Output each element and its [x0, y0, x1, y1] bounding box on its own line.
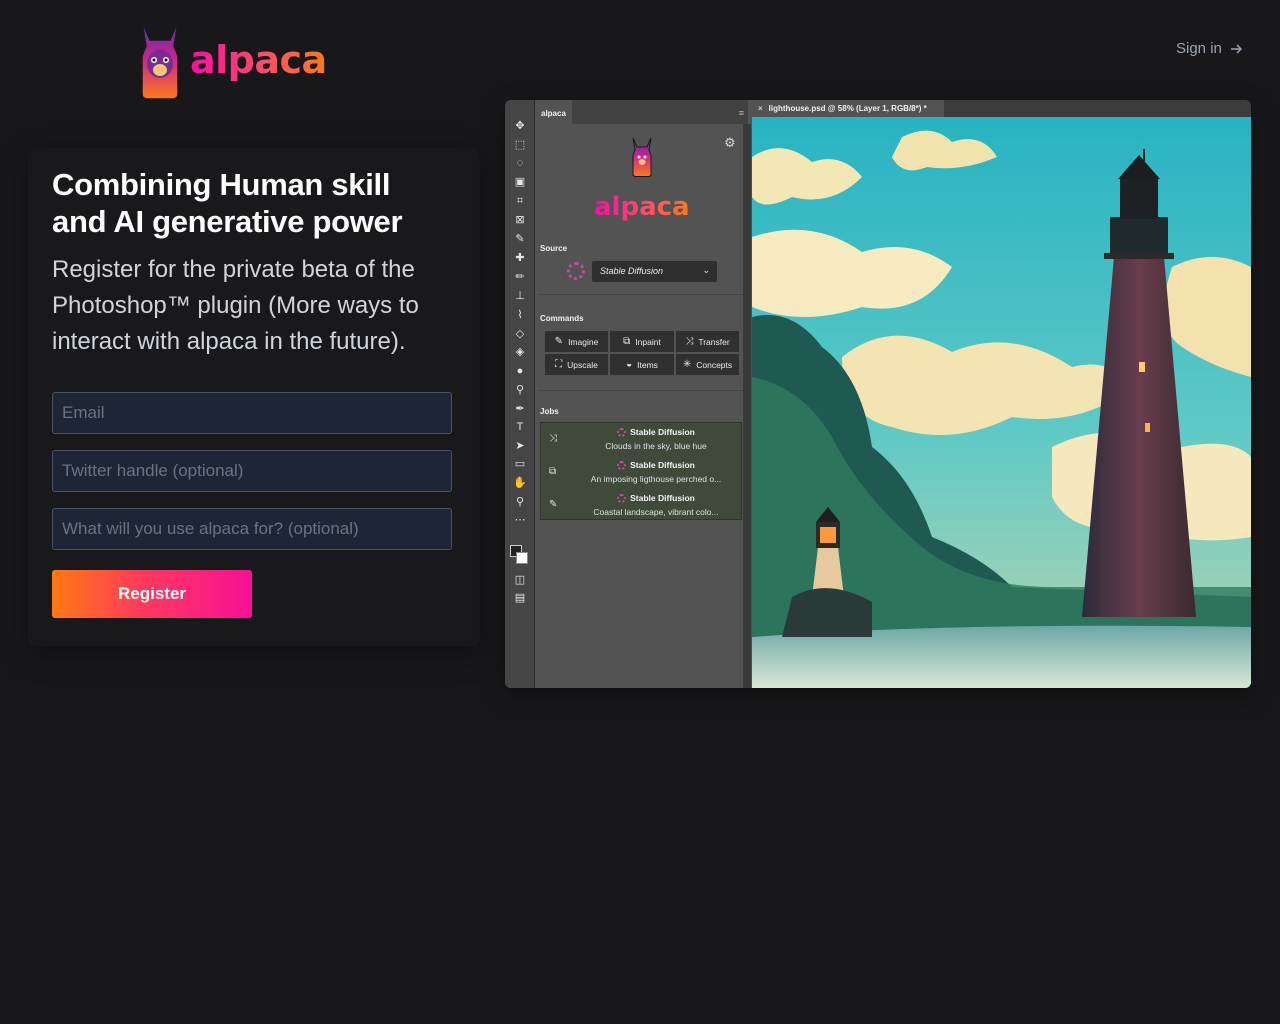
command-inpaint: ⧉ Inpaint [610, 331, 674, 352]
eyedropper-tool-icon: ✎ [515, 233, 525, 245]
panel-scrollbar [743, 124, 751, 688]
type-tool-icon: T [516, 421, 524, 433]
list-item: ⧉ Stable Diffusion An imposing ligthouse… [549, 460, 722, 484]
stamp-tool-icon: ⊥ [515, 290, 525, 302]
loading-spinner-icon [617, 461, 627, 470]
bowl-icon: ◒ [626, 359, 633, 370]
close-icon: × [758, 104, 763, 113]
panel-tab-alpaca: alpaca [536, 100, 572, 124]
select-tool-icon: ▣ [514, 176, 526, 188]
marquee-tool-icon: ⬚ [514, 139, 526, 151]
use-case-field[interactable] [52, 508, 452, 550]
history-brush-icon: ⌇ [517, 309, 523, 321]
source-label: Source [540, 244, 568, 253]
register-button[interactable]: Register [52, 570, 252, 618]
sparkle-icon: ✳ [682, 359, 692, 370]
panel-menu-icon: ≡ [738, 108, 744, 118]
jobs-label: Jobs [540, 407, 559, 416]
brand-logo[interactable]: alpaca [138, 20, 327, 100]
panel-brand-wordmark: alpaca [594, 192, 690, 222]
chevron-down-icon: ⌄ [702, 265, 710, 275]
document-tabbar: × lighthouse.psd @ 58% (Layer 1, RGB/8*) … [752, 100, 1251, 117]
brush-tool-icon: ✏ [515, 271, 525, 283]
commands-label: Commands [540, 314, 584, 323]
pencil-icon: ✎ [549, 499, 558, 510]
shuffle-icon: ⤨ [685, 336, 694, 347]
screen-mode-icon: ▤ [514, 592, 526, 604]
healing-tool-icon: ✚ [515, 252, 525, 264]
hero-subtext: Register for the private beta of the Pho… [52, 256, 419, 355]
rectangle-tool-icon: ▭ [514, 458, 526, 470]
command-concepts: ✳ Concepts [676, 354, 739, 375]
photoshop-toolbar: ✥ ⬚ ◌ ▣ ⌗ ⊠ ✎ ✚ ✏ ⊥ ⌇ ◇ ◈ ● ⚲ ✒ T ➤ ▭ ✋ … [505, 100, 535, 688]
command-upscale: ⛶ Upscale [545, 354, 608, 375]
blur-tool-icon: ● [516, 365, 524, 377]
sign-in-link[interactable]: Sign in [1176, 40, 1243, 57]
pen-tool-icon: ✒ [515, 403, 525, 415]
loading-spinner-icon [617, 494, 627, 503]
eraser-tool-icon: ◇ [515, 328, 525, 340]
loading-spinner-icon [567, 262, 585, 280]
path-select-icon: ➤ [515, 440, 525, 452]
alpaca-plugin-panel: alpaca ≡ ⚙ alpaca Source Stable Diffusio… [536, 100, 748, 688]
pencil-icon: ✎ [554, 336, 564, 347]
source-select: Stable Diffusion ⌄ [592, 261, 717, 282]
brand-wordmark: alpaca [190, 38, 327, 82]
shuffle-icon: ⤨ [549, 433, 557, 444]
crop-tool-icon: ⌗ [516, 195, 524, 207]
email-field[interactable] [52, 392, 452, 434]
alpaca-llama-icon [632, 137, 652, 177]
more-tools-icon: ⋯ [514, 514, 526, 526]
lighthouse-artwork [752, 117, 1251, 688]
alpaca-llama-icon [141, 21, 179, 100]
command-transfer: ⤨ Transfer [676, 331, 739, 352]
photoshop-screenshot: ✥ ⬚ ◌ ▣ ⌗ ⊠ ✎ ✚ ✏ ⊥ ⌇ ◇ ◈ ● ⚲ ✒ T ➤ ▭ ✋ … [505, 100, 1251, 688]
list-item: ⤨ Stable Diffusion Clouds in the sky, bl… [549, 427, 707, 451]
hand-tool-icon: ✋ [513, 477, 527, 489]
expand-icon: ⛶ [555, 359, 563, 370]
twitter-handle-field[interactable] [52, 450, 452, 492]
frame-tool-icon: ⊠ [515, 214, 525, 226]
hero-headline: Combining Human skill and AI generative … [52, 167, 403, 239]
background-swatch-icon [516, 552, 528, 564]
source-value: Stable Diffusion [600, 266, 664, 276]
jobs-list: ⤨ Stable Diffusion Clouds in the sky, bl… [540, 422, 742, 520]
document-tab-title: lighthouse.psd @ 58% (Layer 1, RGB/8*) * [768, 104, 927, 113]
bucket-tool-icon: ◈ [515, 346, 525, 358]
lasso-tool-icon: ◌ [516, 157, 524, 169]
gear-icon: ⚙ [724, 135, 736, 150]
list-item: ✎ Stable Diffusion Coastal landscape, vi… [549, 493, 719, 517]
layers-icon: ⧉ [549, 466, 557, 477]
sign-in-label: Sign in [1176, 40, 1222, 57]
arrow-right-icon [1230, 43, 1242, 54]
loading-spinner-icon [617, 428, 627, 437]
dodge-tool-icon: ⚲ [515, 384, 525, 396]
quick-mask-icon: ◫ [514, 574, 526, 586]
zoom-tool-icon: ⚲ [515, 496, 525, 508]
move-tool-icon: ✥ [515, 120, 525, 132]
command-imagine: ✎ Imagine [545, 331, 608, 352]
layers-icon: ⧉ [623, 336, 631, 347]
command-items: ◒ Items [610, 354, 674, 375]
